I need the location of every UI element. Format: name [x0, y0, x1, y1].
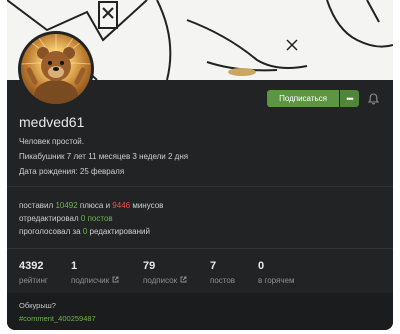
profile-actions: Подписаться •••: [267, 90, 379, 107]
stat-subscribers[interactable]: 1 подписчик: [71, 260, 143, 285]
minuses-count: 9446: [112, 201, 131, 210]
edits-prefix: отредактировал: [19, 214, 79, 223]
stat-value: 7: [210, 260, 217, 272]
profile-card: Подписаться ••• medved61 Человек простой…: [7, 0, 393, 330]
stat-value: 0: [258, 260, 265, 272]
stat-value: 1: [71, 260, 78, 272]
votes-suffix: минусов: [132, 201, 164, 210]
stat-label: в горячем: [258, 276, 295, 285]
stat-subscriptions[interactable]: 79 подписок: [143, 260, 210, 285]
profile-note: Обкурыш? #comment_400259487: [7, 293, 393, 330]
votes-line: поставил 10492 плюса и 9446 минусов: [19, 201, 163, 210]
divider: [7, 248, 393, 249]
stat-value: 4392: [19, 260, 44, 272]
stat-label: постов: [210, 276, 236, 285]
edit-votes-prefix: проголосовал за: [19, 227, 81, 236]
note-text: Обкурыш?: [19, 301, 56, 310]
edit-votes-line: проголосовал за 0 редактирований: [19, 227, 150, 236]
username: medved61: [19, 114, 85, 130]
more-options-button[interactable]: •••: [340, 90, 359, 107]
edits-count[interactable]: 0 постов: [81, 214, 113, 223]
stat-label: рейтинг: [19, 276, 48, 285]
stat-rating: 4392 рейтинг: [19, 260, 71, 285]
external-link-icon: [180, 276, 187, 285]
profile-stats: 4392 рейтинг 1 подписчик 79 подписок 7 п…: [19, 260, 318, 285]
stat-hot[interactable]: 0 в горячем: [258, 260, 318, 285]
pluses-count: 10492: [55, 201, 78, 210]
edits-line: отредактировал 0 постов: [19, 214, 113, 223]
external-link-icon: [112, 276, 119, 285]
profile-tenure: Пикабушник 7 лет 11 месяцев 3 недели 2 д…: [19, 152, 189, 161]
edit-votes-count: 0: [82, 227, 88, 236]
avatar-bear-image: [21, 34, 91, 104]
subscribe-button[interactable]: Подписаться: [267, 90, 339, 107]
divider: [7, 186, 393, 187]
edit-votes-suffix: редактирований: [89, 227, 150, 236]
profile-about: Человек простой.: [19, 137, 84, 146]
profile-birthday: Дата рождения: 25 февраля: [19, 167, 125, 176]
stat-value: 79: [143, 260, 156, 272]
votes-mid: плюса и: [79, 201, 111, 210]
avatar[interactable]: [18, 31, 94, 107]
votes-prefix: поставил: [19, 201, 54, 210]
comment-link[interactable]: #comment_400259487: [19, 314, 96, 323]
bell-icon[interactable]: [367, 92, 379, 105]
stat-posts[interactable]: 7 постов: [210, 260, 258, 285]
stat-label: подписок: [143, 276, 210, 285]
stat-label: подписчик: [71, 276, 143, 285]
